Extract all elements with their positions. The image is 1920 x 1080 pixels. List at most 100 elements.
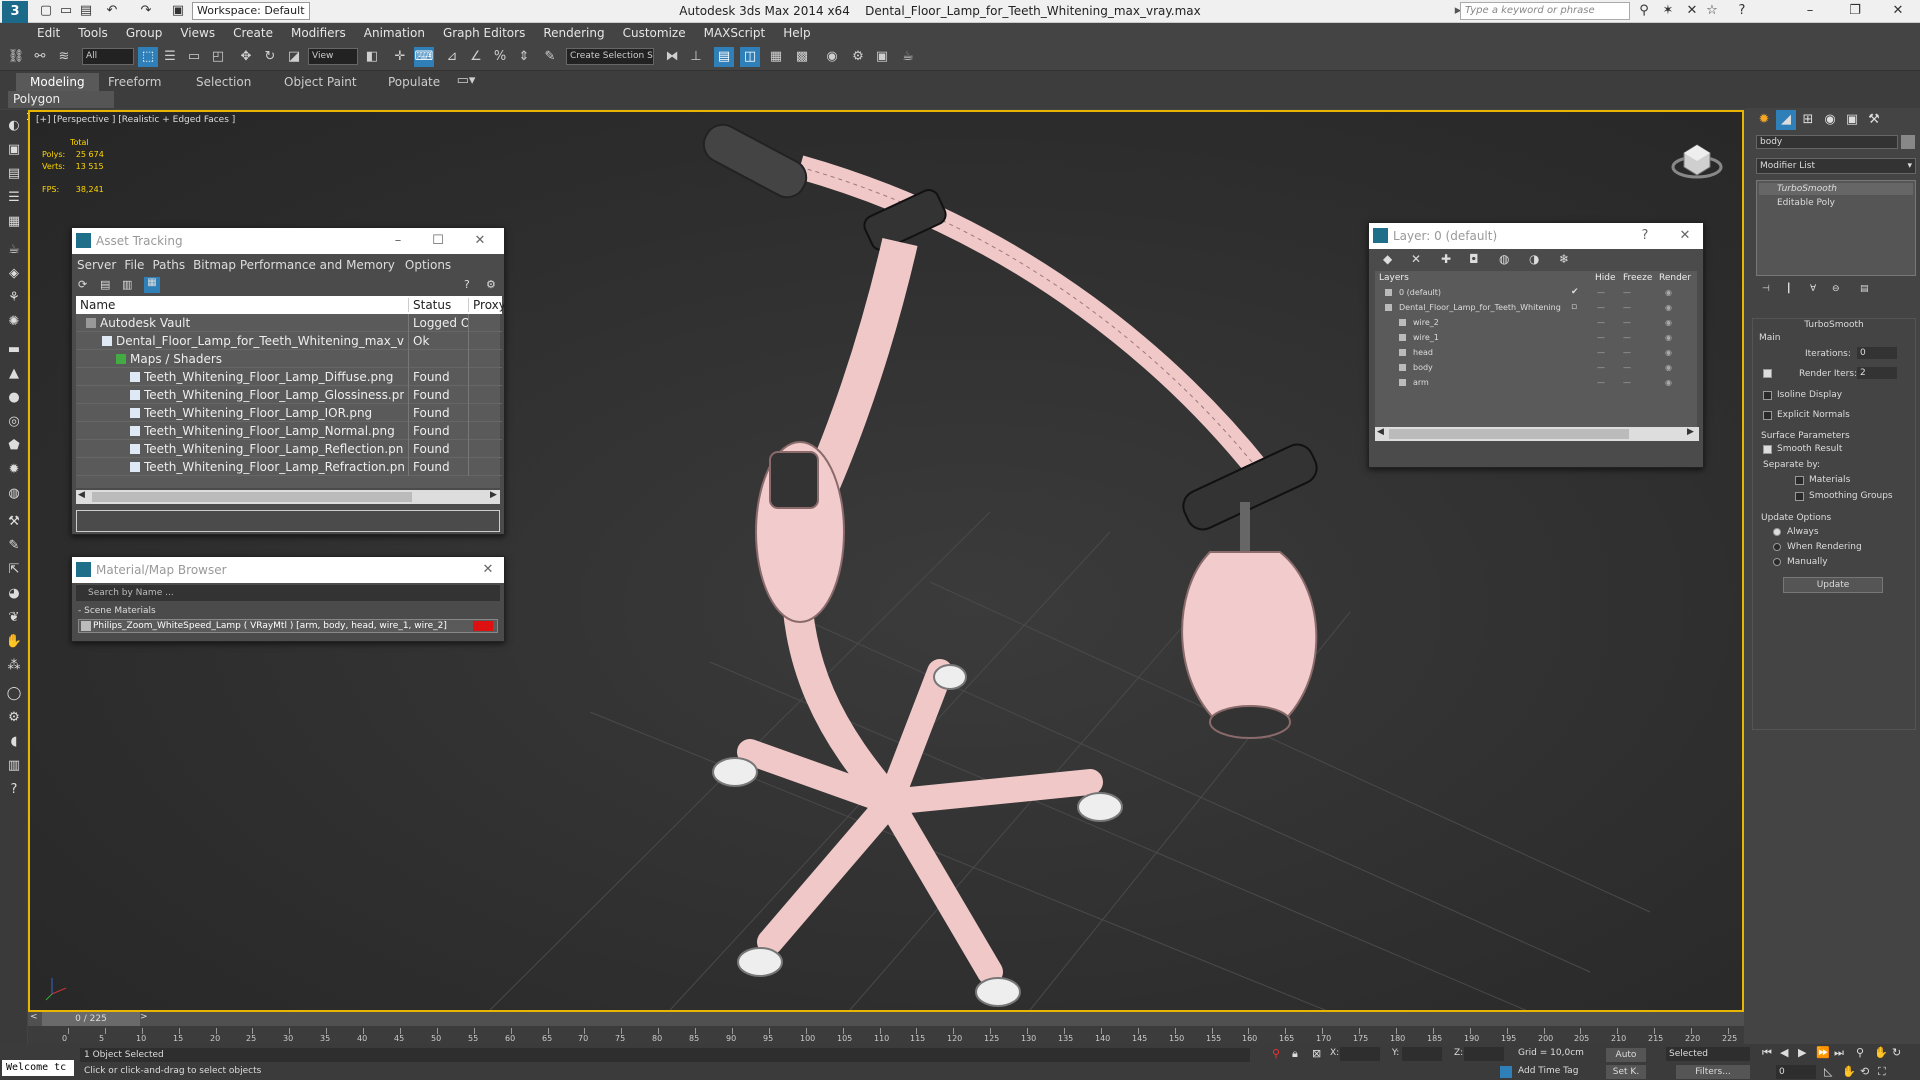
maximize-viewport-icon[interactable]: ⛶	[1878, 1065, 1886, 1079]
asset-row[interactable]: Maps / Shaders	[76, 350, 502, 368]
add-time-tag[interactable]: Add Time Tag	[1518, 1066, 1578, 1076]
active-layer-check-icon[interactable]: ✔	[1571, 285, 1579, 300]
menu-graph-editors[interactable]: Graph Editors	[434, 23, 534, 43]
script-icon[interactable]: ▥	[4, 756, 24, 776]
freeze-toggle[interactable]: —	[1623, 330, 1631, 345]
material-item[interactable]: Philips_Zoom_WhiteSpeed_Lamp ( VRayMtl )…	[78, 619, 498, 633]
list-icon[interactable]: ☰	[4, 188, 24, 208]
close-icon[interactable]: ✕	[476, 557, 500, 583]
create-panel-icon[interactable]: ▣	[4, 140, 24, 160]
layer-row[interactable]: 0 (default) ✔ — — ◉	[1375, 285, 1699, 300]
asset-row[interactable]: Dental_Floor_Lamp_for_Teeth_Whitening_ma…	[76, 332, 502, 350]
column-layers[interactable]: Layers	[1379, 273, 1409, 283]
grid-icon[interactable]: ▦	[4, 212, 24, 232]
delete-layer-icon[interactable]: ✕	[1411, 252, 1421, 266]
menu-file[interactable]: File	[124, 258, 152, 272]
rendered-frame-window-icon[interactable]: ▣	[872, 47, 892, 67]
box-icon[interactable]: ▬	[4, 340, 24, 360]
hide-toggle[interactable]: —	[1597, 375, 1605, 390]
world-icon[interactable]: ◯	[4, 684, 24, 704]
freeze-toggle[interactable]: —	[1623, 300, 1631, 315]
menu-customize[interactable]: Customize	[614, 23, 695, 43]
binoculars-icon[interactable]: ⚲	[1636, 3, 1652, 19]
new-file-icon[interactable]: ▢	[38, 3, 54, 19]
z-coordinate-input[interactable]	[1464, 1047, 1504, 1061]
tab-populate[interactable]: Populate	[374, 73, 454, 91]
asset-path-field[interactable]	[76, 510, 500, 532]
time-slider-thumb[interactable]: 0 / 225	[42, 1012, 140, 1026]
asset-horizontal-scrollbar[interactable]: ◀ ▶	[76, 490, 500, 504]
freeze-toggle[interactable]: —	[1623, 315, 1631, 330]
hierarchy-icon[interactable]: ⚘	[4, 288, 24, 308]
menu-help[interactable]: Help	[774, 23, 819, 43]
close-icon[interactable]: ✕	[1673, 223, 1697, 249]
pan-icon[interactable]: ✋	[1874, 1046, 1888, 1059]
go-to-start-icon[interactable]: ⏮	[1762, 1046, 1772, 1060]
menu-rendering[interactable]: Rendering	[534, 23, 613, 43]
window-crossing-icon[interactable]: ◰	[208, 47, 228, 67]
column-name[interactable]: Name	[80, 298, 115, 312]
materials-checkbox[interactable]	[1795, 476, 1804, 485]
hand-icon[interactable]: ✋	[4, 632, 24, 652]
scroll-right-icon[interactable]: ▶	[490, 490, 497, 500]
hide-toggle[interactable]: —	[1597, 315, 1605, 330]
asset-tracking-titlebar[interactable]: Asset Tracking – ☐ ✕	[72, 228, 504, 254]
layer-row[interactable]: arm — — ◉	[1375, 375, 1699, 390]
render-iters-checkbox[interactable]	[1763, 369, 1772, 378]
column-proxy[interactable]: Proxy	[468, 298, 506, 312]
paint-icon[interactable]: ✎	[4, 536, 24, 556]
table-view-icon[interactable]: ▦	[144, 277, 160, 293]
rectangular-selection-icon[interactable]: ▭	[184, 47, 204, 67]
field-of-view-icon[interactable]: ◺	[1824, 1065, 1832, 1078]
ribbon-options-icon[interactable]: ▭▾	[456, 71, 476, 91]
subscription-icon[interactable]: ✶	[1660, 3, 1676, 19]
hide-all-icon[interactable]: ◑	[1529, 252, 1539, 266]
globe-icon[interactable]: ◕	[4, 584, 24, 604]
tab-freeform[interactable]: Freeform	[94, 73, 175, 91]
isolate-selection-icon[interactable]: ⚲	[1272, 1047, 1280, 1060]
material-search-input[interactable]: Search by Name ...	[76, 585, 500, 601]
menu-create[interactable]: Create	[224, 23, 282, 43]
make-unique-icon[interactable]: ∀	[1810, 284, 1816, 294]
column-hide[interactable]: Hide	[1595, 273, 1616, 283]
refresh-icon[interactable]: ⟳	[78, 278, 87, 291]
render-teapot-icon[interactable]: ◉	[1665, 330, 1672, 345]
tab-selection[interactable]: Selection	[182, 73, 265, 91]
layer-row[interactable]: wire_1 — — ◉	[1375, 330, 1699, 345]
asset-row[interactable]: Autodesk Vault Logged O...	[76, 314, 502, 332]
modify-tab-icon[interactable]: ◢	[1776, 110, 1796, 130]
menu-group[interactable]: Group	[117, 23, 172, 43]
hide-toggle[interactable]: —	[1597, 330, 1605, 345]
open-file-icon[interactable]: ▭	[58, 3, 74, 19]
select-by-name-icon[interactable]: ☰	[160, 47, 180, 67]
keyboard-shortcut-override-icon[interactable]: ⌨	[414, 47, 434, 67]
utilities-tab-icon[interactable]: ⚒	[1864, 110, 1884, 130]
select-manipulate-icon[interactable]: ✛	[390, 47, 410, 67]
auto-key-button[interactable]: Auto	[1606, 1048, 1646, 1062]
column-freeze[interactable]: Freeze	[1623, 273, 1652, 283]
smoothing-groups-checkbox[interactable]	[1795, 492, 1804, 501]
viewport-layout-icon[interactable]: ◐	[4, 116, 24, 136]
scene-explorer-icon[interactable]: ▤	[714, 47, 734, 67]
time-tag-icon[interactable]	[1500, 1066, 1512, 1078]
arc-rotate-icon[interactable]: ⟲	[1860, 1065, 1869, 1078]
x-coordinate-input[interactable]	[1340, 1047, 1380, 1061]
current-frame-input[interactable]: 0	[1776, 1065, 1816, 1079]
set-key-button[interactable]: Set K.	[1606, 1065, 1646, 1079]
favorites-star-icon[interactable]: ☆	[1704, 3, 1720, 19]
menu-edit[interactable]: Edit	[28, 23, 69, 43]
render-teapot-icon[interactable]: ◉	[1665, 315, 1672, 330]
link-icon[interactable]: ⛓	[6, 47, 26, 67]
absolute-mode-icon[interactable]: ⊠	[1312, 1047, 1321, 1060]
highlight-icon[interactable]: ◍	[1499, 252, 1509, 266]
app-logo-icon[interactable]: 3	[2, 1, 28, 23]
motion-tab-icon[interactable]: ◉	[1820, 110, 1840, 130]
sphere-icon[interactable]: ●	[4, 388, 24, 408]
next-key-icon[interactable]: ⏩	[1816, 1046, 1830, 1059]
render-production-icon[interactable]: ☕	[898, 47, 918, 67]
always-radio[interactable]	[1773, 528, 1781, 536]
minimize-icon[interactable]: –	[1790, 0, 1830, 22]
prev-frame-icon[interactable]: <	[30, 1012, 38, 1022]
add-selection-icon[interactable]: ✚	[1441, 252, 1451, 266]
minimize-icon[interactable]: –	[386, 228, 410, 254]
